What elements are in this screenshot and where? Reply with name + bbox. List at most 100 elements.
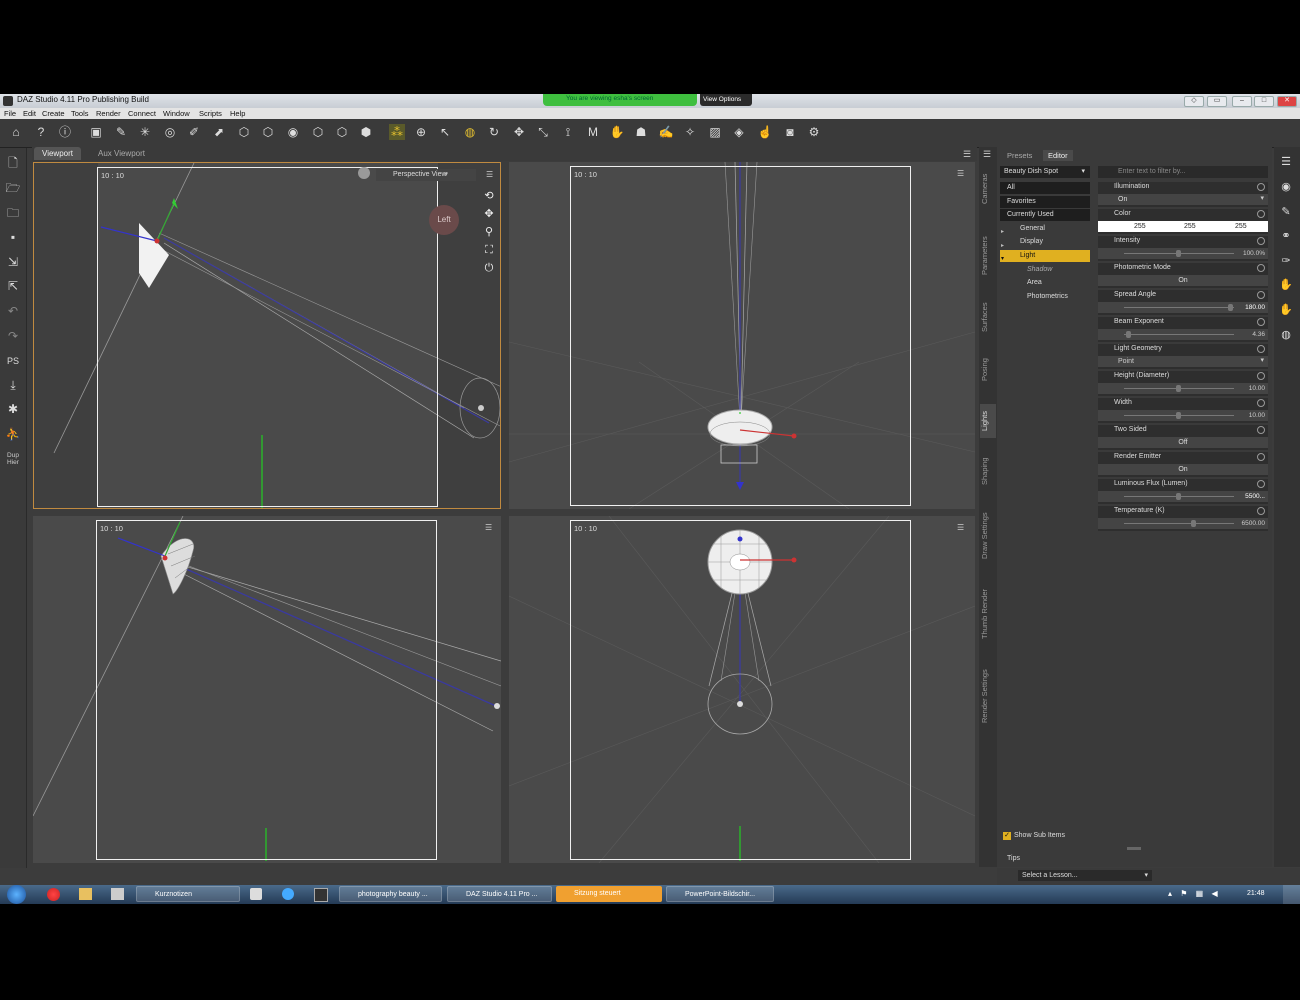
group-light[interactable]: Light <box>1000 250 1090 262</box>
new-file-icon[interactable]: 🗋 <box>5 155 21 171</box>
gear-icon[interactable] <box>1257 318 1265 326</box>
side-menu-icon[interactable]: ☰ <box>983 149 991 160</box>
tab-posing[interactable]: Posing <box>980 352 996 388</box>
color-red-value[interactable]: 255 <box>1134 221 1146 232</box>
menu-file[interactable]: File <box>4 109 16 118</box>
prop-render-emitter[interactable]: Render Emitter On <box>1098 452 1268 477</box>
prop-luminous-flux[interactable]: Luminous Flux (Lumen) 5500... <box>1098 479 1268 504</box>
undo-icon[interactable]: ↶ <box>5 303 21 319</box>
camera-icon[interactable]: ◙ <box>782 124 798 140</box>
close-button[interactable]: ✕ <box>1277 96 1297 107</box>
taskbar-item-kurznotizen[interactable]: Kurznotizen <box>136 886 240 902</box>
chrome-icon[interactable] <box>47 888 60 901</box>
scene-icon[interactable]: ⚭ <box>1279 229 1293 243</box>
spot-render-icon[interactable]: ◉ <box>285 124 301 140</box>
gear-icon[interactable] <box>1257 210 1265 218</box>
app-pin-icon[interactable] <box>282 888 294 900</box>
view-options-button[interactable]: View Options <box>700 94 752 106</box>
pose-icon[interactable]: ⛹ <box>5 426 21 442</box>
prop-width[interactable]: Width 10.00 <box>1098 398 1268 423</box>
taskbar-item-sitzung[interactable]: Sitzung steuert <box>556 886 662 902</box>
menu-create[interactable]: Create <box>42 109 65 118</box>
prop-photometric-mode[interactable]: Photometric Mode On <box>1098 263 1268 288</box>
frame-icon[interactable]: ⛶ <box>482 241 496 259</box>
prop-two-sided[interactable]: Two Sided Off <box>1098 425 1268 450</box>
prop-height[interactable]: Height (Diameter) 10.00 <box>1098 371 1268 396</box>
export-icon[interactable]: ⇱ <box>5 278 21 294</box>
node-weight-icon[interactable]: ◎ <box>162 124 178 140</box>
view-cube-badge[interactable]: Left <box>429 205 459 235</box>
pane-menu-icon[interactable]: ☰ <box>963 149 971 160</box>
tab-surfaces[interactable]: Surfaces <box>980 296 996 338</box>
menu-tools[interactable]: Tools <box>71 109 89 118</box>
drop-to-floor-icon[interactable]: ⤓ <box>5 377 21 393</box>
prop-temperature[interactable]: Temperature (K) 6500.00 <box>1098 506 1268 531</box>
environment-icon[interactable]: ◍ <box>1279 328 1293 342</box>
viewport-menu-icon[interactable]: ☰ <box>957 524 967 532</box>
pointer-icon[interactable]: ↖ <box>437 124 453 140</box>
splitter-handle[interactable] <box>1127 847 1141 850</box>
gear-icon[interactable] <box>1257 237 1265 245</box>
menu-scripts[interactable]: Scripts <box>199 109 222 118</box>
prop-intensity[interactable]: Intensity 100.0% <box>1098 236 1268 261</box>
gear-icon[interactable] <box>1257 453 1265 461</box>
group-all[interactable]: All <box>1000 182 1090 194</box>
region-nav-icon[interactable]: ⬈ <box>211 124 227 140</box>
group-general[interactable]: General <box>1000 223 1090 235</box>
group-area[interactable]: Area <box>1000 277 1090 289</box>
app-pin-icon[interactable] <box>314 888 328 902</box>
polygon-group-icon[interactable]: ✐ <box>186 124 202 140</box>
posing-pane-icon[interactable]: ✋ <box>1279 303 1293 317</box>
tab-viewport[interactable]: Viewport <box>34 147 81 160</box>
chevron-up-icon[interactable]: ▴ <box>1168 889 1172 898</box>
prop-color[interactable]: Color 255 255 255 <box>1098 209 1268 234</box>
surface-selection-icon[interactable]: ⬡ <box>236 124 252 140</box>
menu-render[interactable]: Render <box>96 109 121 118</box>
flag-icon[interactable]: ⚑ <box>1180 889 1187 898</box>
expand-icon[interactable]: ▸ <box>1001 226 1004 240</box>
tab-presets[interactable]: Presets <box>1002 150 1037 161</box>
taskbar-item-daz-studio[interactable]: DAZ Studio 4.11 Pro ... <box>447 886 552 902</box>
filter-input[interactable]: Enter text to filter by... <box>1098 166 1268 178</box>
geometry-editor-icon[interactable]: ✳ <box>137 124 153 140</box>
tab-editor[interactable]: Editor <box>1043 150 1073 161</box>
view-selector-dropdown[interactable]: Perspective View ▾ <box>376 169 476 181</box>
menu-help[interactable]: Help <box>230 109 245 118</box>
geometry-sculptor-icon[interactable]: ⬡ <box>310 124 326 140</box>
tab-render-settings[interactable]: Render Settings <box>980 660 996 732</box>
app-pin-icon[interactable] <box>111 888 124 900</box>
menu-connect[interactable]: Connect <box>128 109 156 118</box>
prop-light-geometry[interactable]: Light Geometry Point ▾ <box>1098 344 1268 369</box>
gear-icon[interactable] <box>1257 291 1265 299</box>
gear-icon[interactable] <box>1257 372 1265 380</box>
tab-aux-viewport[interactable]: Aux Viewport <box>90 147 153 160</box>
color-green-value[interactable]: 255 <box>1184 221 1196 232</box>
iray-icon[interactable]: ◈ <box>731 124 747 140</box>
content-library-icon[interactable]: ◉ <box>1279 180 1293 194</box>
weight-brush-icon[interactable]: ⬢ <box>358 124 374 140</box>
universal-tool-icon[interactable]: ⁂ <box>389 124 405 140</box>
tab-tips[interactable]: Tips <box>1007 855 1020 862</box>
rotate-icon[interactable]: ↻ <box>486 124 502 140</box>
fullscreen-icon[interactable]: ▭ <box>1207 96 1227 107</box>
tweak-icon[interactable]: ⬡ <box>334 124 350 140</box>
viewport-top-left[interactable]: 10 : 10 Perspective View ▾ Left ☰ ⟲ ✥ ⚲ ⛶… <box>33 162 501 509</box>
redo-icon[interactable]: ↷ <box>5 328 21 344</box>
viewport-menu-icon[interactable]: ☰ <box>485 524 495 532</box>
photoshop-bridge-icon[interactable]: PS <box>5 353 21 369</box>
shape-pane-icon[interactable]: ✋ <box>1279 278 1293 292</box>
restore-icon[interactable]: ◇ <box>1184 96 1204 107</box>
viewport-menu-icon[interactable]: ☰ <box>957 170 967 178</box>
merge-icon[interactable]: 🗀 <box>5 205 21 221</box>
prop-beam-exponent[interactable]: Beam Exponent 4.36 <box>1098 317 1268 342</box>
orbit-icon[interactable]: ⟲ <box>482 187 496 205</box>
minimize-button[interactable]: – <box>1232 96 1252 107</box>
network-icon[interactable]: ▦ <box>1196 889 1204 898</box>
lesson-dropdown[interactable]: Select a Lesson... ▾ <box>1018 870 1152 881</box>
node-selector-dropdown[interactable]: Beauty Dish Spot ▾ <box>1000 166 1090 178</box>
viewport-bottom-left[interactable]: 10 : 10 ☰ <box>33 516 501 863</box>
menu-window[interactable]: Window <box>163 109 190 118</box>
zoom-icon[interactable]: ⚲ <box>482 223 496 241</box>
translate-icon[interactable]: ✥ <box>511 124 527 140</box>
explorer-icon[interactable] <box>79 888 92 900</box>
